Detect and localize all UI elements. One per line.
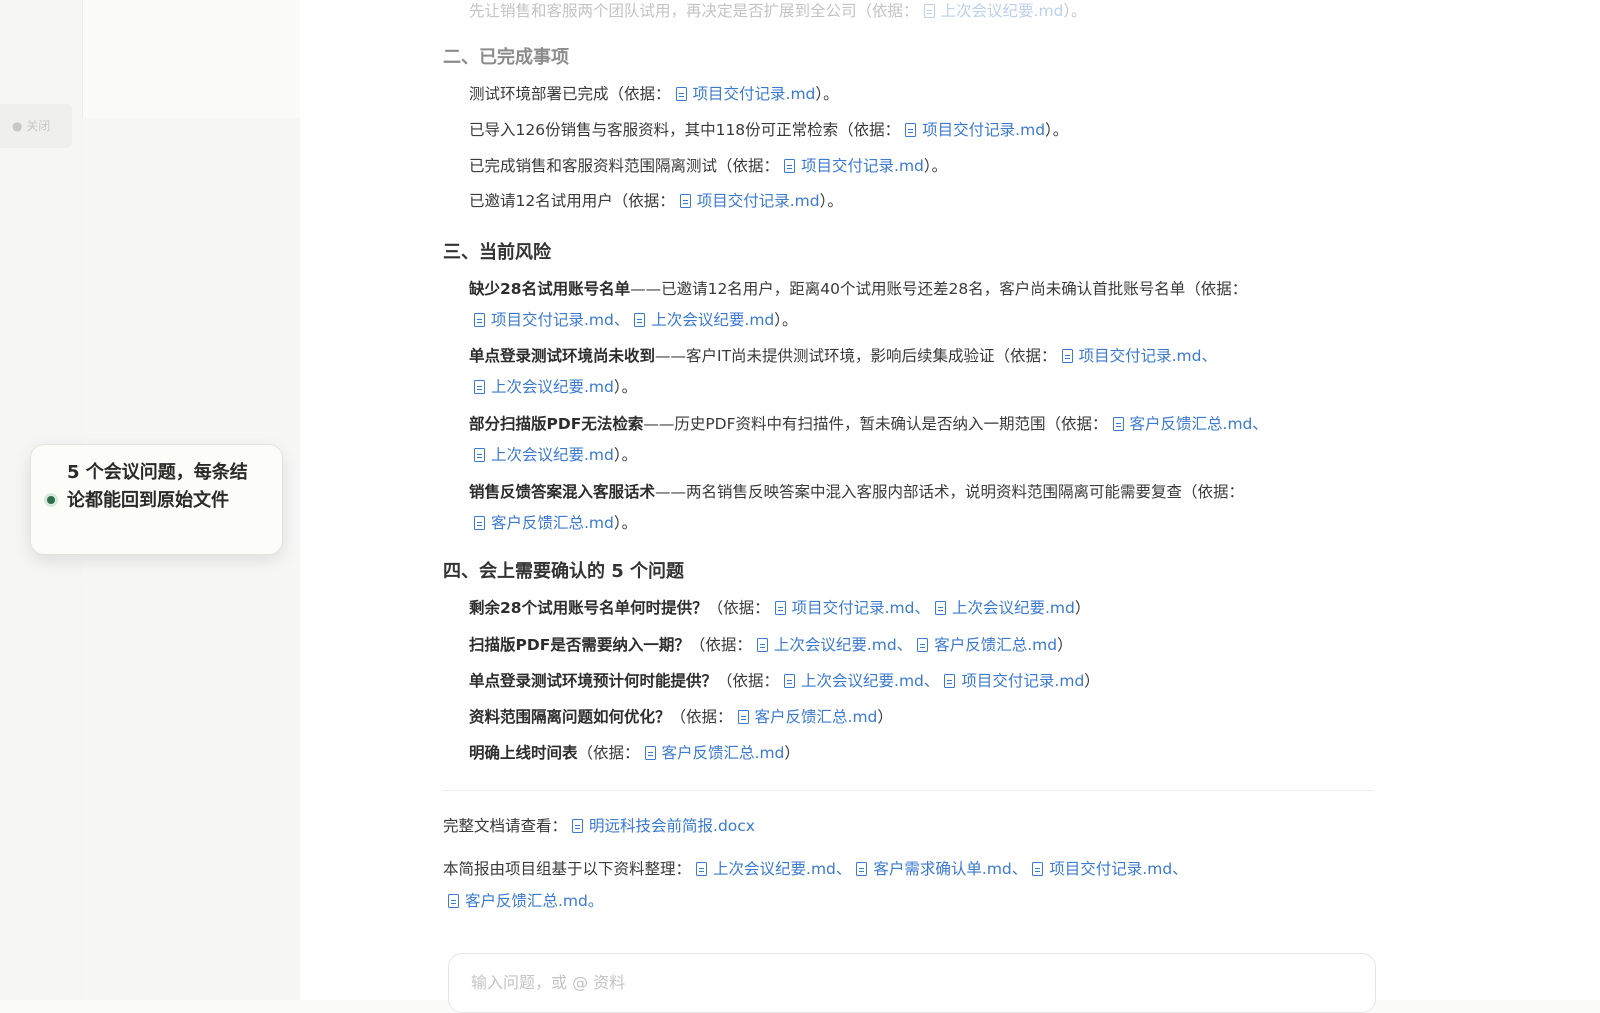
- file-link[interactable]: 项目交付记录.md: [1027, 860, 1172, 878]
- file-link[interactable]: 上次会议纪要.md: [469, 378, 614, 396]
- document-icon: [644, 746, 656, 760]
- document-icon: [448, 894, 459, 908]
- document-icon: [856, 862, 868, 876]
- section-heading-completed: 二、已完成事项: [443, 47, 569, 68]
- question-item: 资料范围隔离问题如何优化？（依据： 客户反馈汇总.md）: [469, 708, 893, 726]
- document-icon: [774, 601, 786, 615]
- document-icon: [474, 313, 485, 327]
- risk-item-refs: 上次会议纪要.md）。: [469, 444, 637, 466]
- file-link[interactable]: 项目交付记录.md: [675, 192, 820, 210]
- question-item: 扫描版PDF是否需要纳入一期？（依据： 上次会议纪要.md、 客户反馈汇总.md）: [469, 636, 1073, 654]
- risk-item: 缺少28名试用账号名单——已邀请12名用户，距离40个试用账号还差28名，客户尚…: [469, 280, 1248, 298]
- file-link[interactable]: 客户反馈汇总.md: [443, 892, 588, 910]
- file-link[interactable]: 项目交付记录.md: [469, 311, 614, 329]
- document-icon: [474, 448, 485, 462]
- sidebar-ghost-item[interactable]: ● 关闭: [0, 104, 72, 148]
- question-item: 明确上线时间表（依据： 客户反馈汇总.md）: [469, 744, 800, 762]
- list-item: 测试环境部署已完成（依据： 项目交付记录.md）。: [469, 85, 839, 103]
- risk-item-refs: 客户反馈汇总.md）。: [469, 512, 637, 534]
- list-item: 已邀请12名试用用户（依据： 项目交付记录.md）。: [469, 192, 843, 210]
- file-link[interactable]: 上次会议纪要.md: [691, 860, 836, 878]
- file-link[interactable]: 上次会议纪要.md: [919, 2, 1063, 20]
- callout-text: 5 个会议问题，每条结论都能回到原始文件: [67, 462, 248, 511]
- file-link[interactable]: 客户反馈汇总.md: [640, 744, 784, 762]
- file-link[interactable]: 项目交付记录.md: [900, 121, 1045, 139]
- risk-item: 单点登录测试环境尚未收到——客户IT尚未提供测试环境，影响后续集成验证（依据：项…: [469, 347, 1217, 365]
- file-link[interactable]: 客户反馈汇总.md: [733, 708, 877, 726]
- section-heading-questions: 四、会上需要确认的 5 个问题: [443, 561, 685, 582]
- document-icon: [1032, 862, 1044, 876]
- file-link[interactable]: 客户反馈汇总.md: [912, 636, 1057, 654]
- document-icon: [634, 313, 646, 327]
- file-link[interactable]: 客户反馈汇总.md: [469, 514, 614, 532]
- question-input[interactable]: [469, 972, 1353, 993]
- document-icon: [944, 674, 956, 688]
- risk-item-refs: 项目交付记录.md、 上次会议纪要.md）。: [469, 309, 798, 331]
- document-icon: [737, 710, 749, 724]
- document-icon: [696, 862, 708, 876]
- file-link[interactable]: 客户反馈汇总.md: [1108, 415, 1252, 433]
- document-icon: [934, 601, 946, 615]
- risk-item-refs: 上次会议纪要.md）。: [469, 376, 637, 398]
- document-icon: [1112, 417, 1124, 431]
- document-icon: [474, 380, 485, 394]
- sources-line: 本简报由项目组基于以下资料整理： 上次会议纪要.md、 客户需求确认单.md、 项目交…: [443, 860, 1188, 878]
- side-panel: [82, 118, 302, 1000]
- sources-line-2: 客户反馈汇总.md。: [443, 890, 603, 912]
- file-link[interactable]: 客户需求确认单.md: [851, 860, 1012, 878]
- document-icon: [1061, 349, 1073, 363]
- risk-item: 部分扫描版PDF无法检索——历史PDF资料中有扫描件，暂未确认是否纳入一期范围（…: [469, 415, 1268, 433]
- file-link[interactable]: 上次会议纪要.md: [752, 636, 897, 654]
- document-icon: [917, 638, 929, 652]
- highlight-callout: 5 个会议问题，每条结论都能回到原始文件: [30, 444, 283, 555]
- top-line: 先让销售和客服两个团队试用，再决定是否扩展到全公司（依据： 上次会议纪要.md）。: [469, 2, 1087, 20]
- file-link-docx[interactable]: 明远科技会前简报.docx: [567, 817, 755, 835]
- section-heading-risks: 三、当前风险: [443, 242, 551, 263]
- document-icon: [474, 516, 485, 530]
- document-icon: [784, 674, 796, 688]
- document-icon: [784, 159, 796, 173]
- file-link[interactable]: 项目交付记录.md: [671, 85, 815, 103]
- list-item: 已完成销售和客服资料范围隔离测试（依据： 项目交付记录.md）。: [469, 157, 948, 175]
- file-link[interactable]: 项目交付记录.md: [779, 157, 924, 175]
- document-icon: [923, 4, 935, 18]
- document-icon: [905, 123, 917, 137]
- file-link[interactable]: 项目交付记录.md: [770, 599, 914, 617]
- question-item: 单点登录测试环境预计何时能提供？（依据： 上次会议纪要.md、 项目交付记录.md）: [469, 672, 1100, 690]
- document-icon: [572, 819, 584, 833]
- question-item: 剩余28个试用账号名单何时提供？（依据： 项目交付记录.md、 上次会议纪要.md）: [469, 599, 1091, 617]
- list-item: 已导入126份销售与客服资料，其中118份可正常检索（依据： 项目交付记录.md）…: [469, 121, 1069, 139]
- file-link[interactable]: 上次会议纪要.md: [629, 311, 774, 329]
- document-icon: [675, 87, 687, 101]
- green-dot-icon: [47, 496, 55, 504]
- document-icon: [756, 638, 768, 652]
- divider: [443, 790, 1373, 791]
- file-link[interactable]: 上次会议纪要.md: [930, 599, 1075, 617]
- file-link[interactable]: 上次会议纪要.md: [469, 446, 614, 464]
- risk-item: 销售反馈答案混入客服话术——两名销售反映答案中混入客服内部话术，说明资料范围隔离…: [469, 483, 1245, 501]
- document-icon: [679, 194, 691, 208]
- file-link[interactable]: 项目交付记录.md: [1057, 347, 1201, 365]
- full-doc-line: 完整文档请查看： 明远科技会前简报.docx: [443, 817, 755, 835]
- composer-box: [448, 953, 1376, 1013]
- file-link[interactable]: 上次会议纪要.md: [779, 672, 924, 690]
- file-link[interactable]: 项目交付记录.md: [939, 672, 1084, 690]
